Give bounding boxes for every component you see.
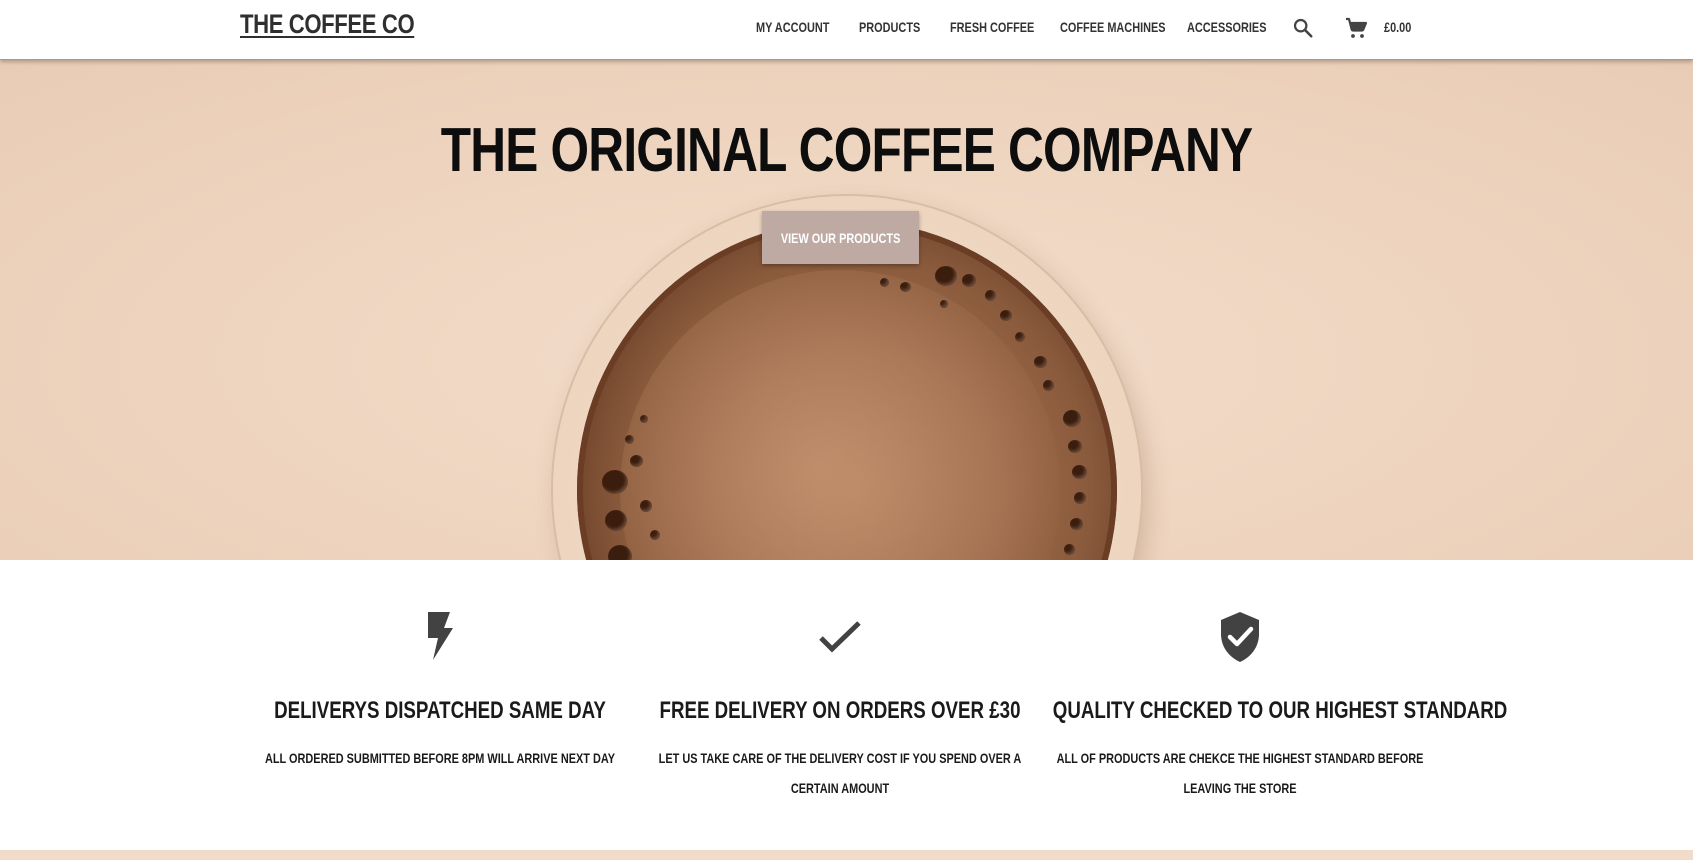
- nav-products[interactable]: PRODUCTS: [859, 19, 920, 35]
- nav-fresh-coffee[interactable]: FRESH COFFEE: [950, 19, 1034, 35]
- feature-text: ALL ORDERED SUBMITTED BEFORE 8PM WILL AR…: [264, 750, 616, 766]
- crema-bubble: [640, 500, 652, 512]
- view-products-button-label: VIEW OUR PRODUCTS: [780, 229, 901, 246]
- cart-total[interactable]: £0.00: [1384, 19, 1411, 35]
- crema-bubble: [1070, 518, 1083, 530]
- lightning-bolt-icon: [425, 612, 455, 665]
- crema-bubble: [1043, 380, 1054, 391]
- checkmark-icon: [818, 620, 862, 659]
- feature-text: ALL OF PRODUCTS ARE CHEKCE THE HIGHEST S…: [1056, 750, 1424, 796]
- crema-bubble: [650, 530, 660, 540]
- next-section-edge: [0, 850, 1693, 860]
- crema-bubble: [962, 274, 976, 287]
- crema-bubble: [625, 435, 634, 444]
- crema-bubble: [1074, 492, 1086, 504]
- crema-bubble: [630, 455, 643, 467]
- search-icon[interactable]: [1292, 17, 1314, 44]
- main-nav: MY ACCOUNT PRODUCTS FRESH COFFEE COFFEE …: [0, 19, 1693, 39]
- feature-title: DELIVERYS DISPATCHED SAME DAY: [274, 697, 606, 724]
- shield-check-icon: [1219, 612, 1261, 667]
- crema-bubble: [1015, 332, 1025, 342]
- crema-bubble: [1063, 410, 1081, 427]
- crema-bubble: [1000, 310, 1012, 321]
- crema-bubble: [880, 278, 889, 287]
- nav-my-account[interactable]: MY ACCOUNT: [756, 19, 829, 35]
- crema-bubble: [1064, 544, 1075, 555]
- hero-banner: THE ORIGINAL COFFEE COMPANY VIEW OUR PRO…: [0, 60, 1693, 560]
- view-products-button[interactable]: VIEW OUR PRODUCTS: [762, 211, 919, 264]
- crema-bubble: [940, 300, 948, 308]
- feature-title: QUALITY CHECKED TO OUR HIGHEST STANDARD: [1052, 697, 1508, 724]
- hero-title: THE ORIGINAL COFFEE COMPANY: [440, 116, 1253, 185]
- crema-bubble: [640, 415, 648, 423]
- crema-bubble: [602, 470, 628, 494]
- shopping-cart-icon[interactable]: [1344, 16, 1368, 45]
- crema-bubble: [605, 510, 627, 531]
- nav-coffee-machines[interactable]: COFFEE MACHINES: [1060, 19, 1166, 35]
- nav-accessories[interactable]: ACCESSORIES: [1187, 19, 1266, 35]
- crema-bubble: [1034, 356, 1047, 368]
- crema-bubble: [1068, 440, 1082, 453]
- crema-bubble: [985, 290, 996, 301]
- feature-title: FREE DELIVERY ON ORDERS OVER £30: [659, 697, 1021, 724]
- feature-text: LET US TAKE CARE OF THE DELIVERY COST IF…: [658, 750, 1022, 796]
- crema-bubble: [1072, 465, 1087, 479]
- crema-bubble: [900, 282, 911, 292]
- crema-bubble: [935, 266, 957, 286]
- site-header: THE COFFEE CO MY ACCOUNT PRODUCTS FRESH …: [0, 0, 1693, 60]
- features-section: DELIVERYS DISPATCHED SAME DAY ALL ORDERE…: [0, 560, 1693, 850]
